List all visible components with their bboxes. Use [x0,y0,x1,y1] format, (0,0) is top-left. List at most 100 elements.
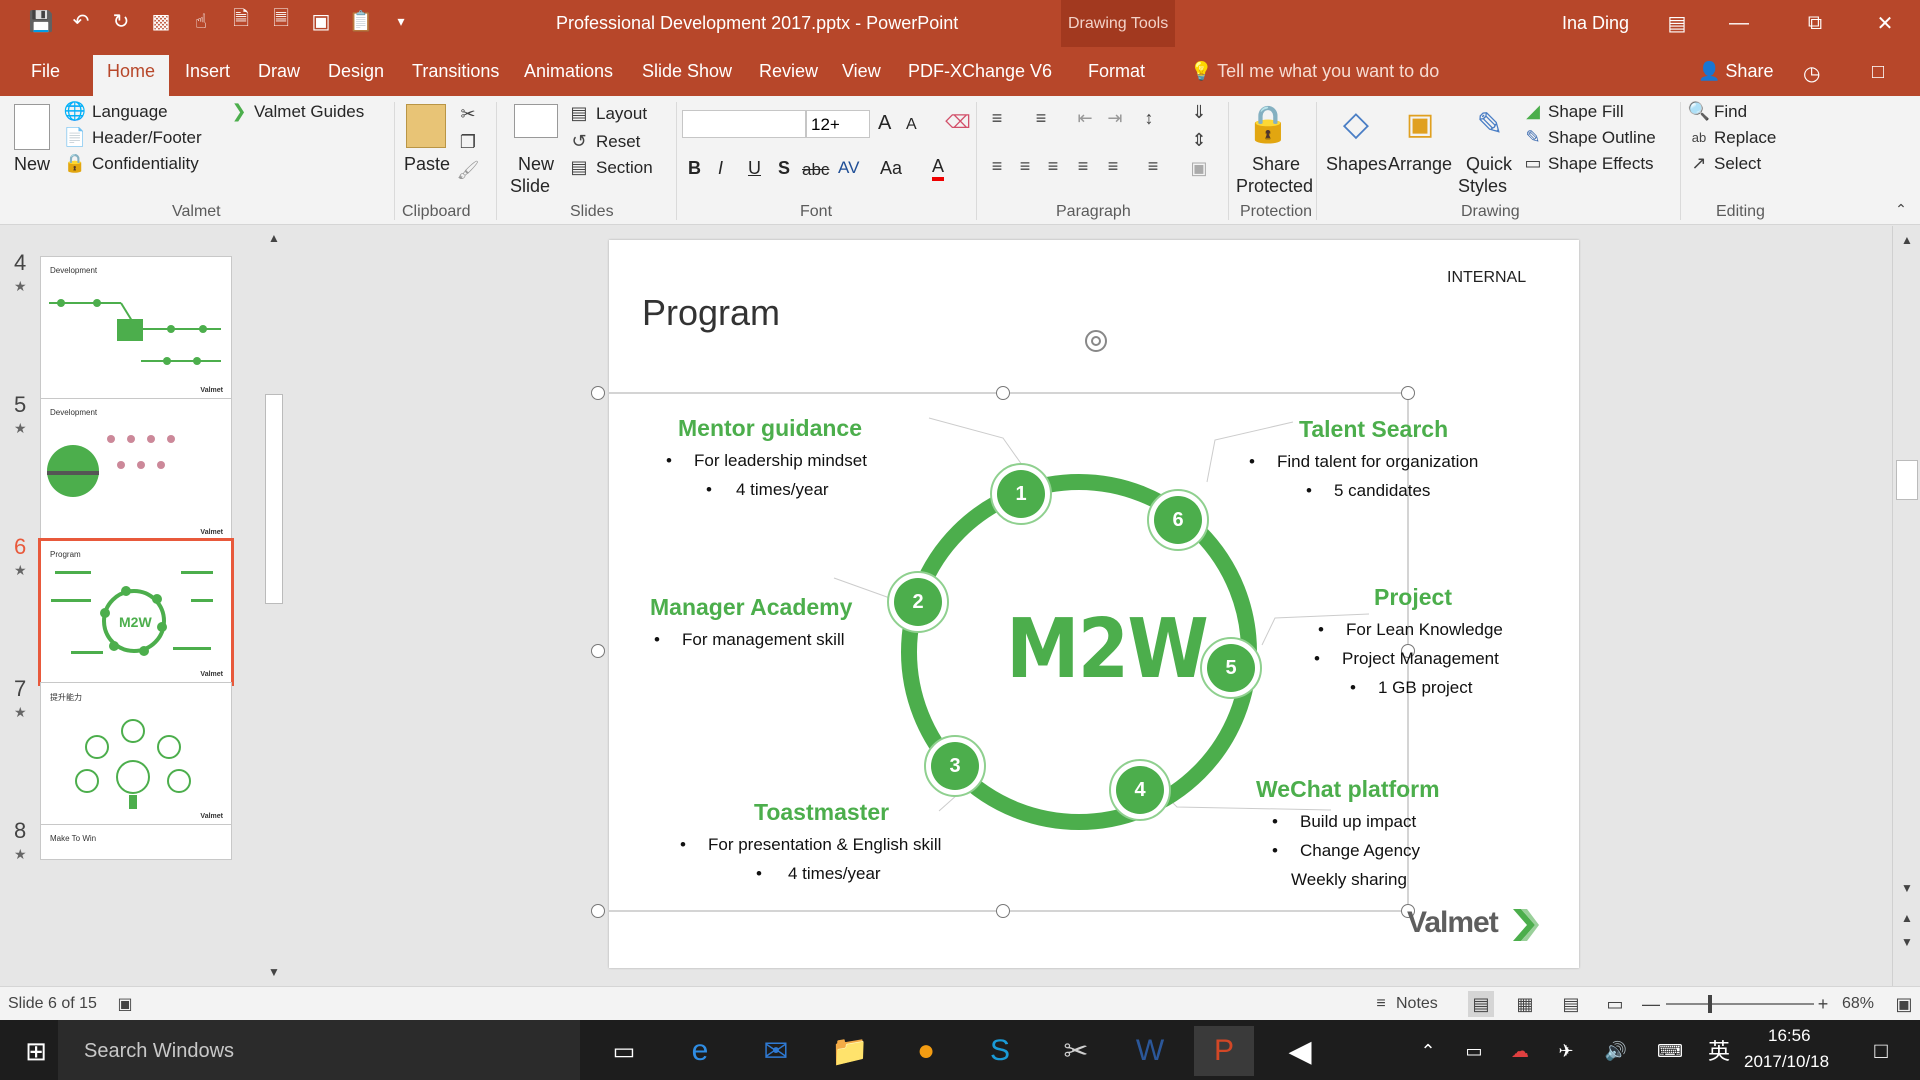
reading-view-icon[interactable]: ▤ [1558,991,1584,1017]
mentor-guidance-title[interactable]: Mentor guidance [678,415,862,442]
scroll-up-icon[interactable]: ▲ [1897,230,1917,250]
shape-outline-button[interactable]: Shape Outline [1548,128,1656,148]
windows-start-icon[interactable]: ⊞ [6,1026,66,1076]
skype-icon[interactable]: S [970,1026,1030,1076]
arrange-button[interactable]: Arrange [1388,154,1452,175]
bullet-text[interactable]: For presentation & English skill [708,835,941,854]
clear-format-icon[interactable]: ⌫ [945,110,970,134]
snipping-tool-icon[interactable]: ✂ [1046,1026,1106,1076]
manager-academy-title[interactable]: Manager Academy [650,594,852,621]
thumbnail-slide-7[interactable]: 提升能力 Valmet [40,682,232,826]
italic-button[interactable]: I [718,158,723,179]
bullet-text[interactable]: For Lean Knowledge [1346,620,1503,639]
bullet-text[interactable]: For leadership mindset [694,451,867,470]
valmet-guides-button[interactable]: Valmet Guides [254,102,364,122]
bullet-text[interactable]: 1 GB project [1378,678,1473,697]
quick-styles-label-2[interactable]: Styles [1458,176,1507,197]
previous-slide-icon[interactable]: ▲ [1897,908,1917,928]
slide-thumbnails-pane[interactable]: 4 ★ Development Valmet 5 ★ Development V… [0,226,290,986]
tab-home[interactable]: Home [93,55,170,96]
tab-design[interactable]: Design [328,61,384,82]
spellcheck-icon[interactable]: ▣ [114,993,136,1015]
scroll-down-icon[interactable]: ▼ [1897,878,1917,898]
resize-handle[interactable] [591,644,605,658]
replace-button[interactable]: Replace [1714,128,1776,148]
line-spacing-icon[interactable]: ↕ [1136,106,1162,130]
zoom-slider[interactable] [1666,1003,1814,1005]
new-slide-icon[interactable] [514,104,558,138]
bullet-text[interactable]: Find talent for organization [1277,452,1478,471]
bullet-text[interactable]: 4 times/year [736,480,829,499]
node-3[interactable]: 3 [924,735,986,797]
pdf-convert-icon[interactable]: 🗏 [268,8,294,34]
app-orange-icon[interactable]: ● [896,1026,956,1076]
scroll-up-icon[interactable]: ▲ [264,228,284,248]
restore-icon[interactable]: ⧉ [1792,8,1838,38]
save-icon[interactable]: 💾 [28,8,54,34]
tab-pdf-xchange[interactable]: PDF-XChange V6 [908,61,1052,82]
tab-insert[interactable]: Insert [185,61,230,82]
node-2[interactable]: 2 [887,571,949,633]
shadow-button[interactable]: S [778,158,790,179]
grow-font-button[interactable]: A [878,112,891,135]
align-text-icon[interactable]: ⇕ [1186,128,1212,152]
app-dark-icon[interactable]: ◀ [1270,1026,1330,1076]
touch-mode-icon[interactable]: ☝ [188,8,214,34]
thumbnails-scroll-thumb[interactable] [265,394,283,604]
share-protected-label-2[interactable]: Protected [1236,176,1313,197]
align-center-icon[interactable]: ≡ [1012,154,1038,178]
undo-icon[interactable]: ↶ [68,8,94,34]
wechat-platform-title[interactable]: WeChat platform [1256,776,1440,803]
slide-count[interactable]: Slide 6 of 15 [8,995,97,1013]
layout-button[interactable]: Layout [596,104,647,124]
change-case-button[interactable]: Aa [880,158,902,179]
find-button[interactable]: Find [1714,102,1747,122]
language-button[interactable]: Language [92,102,168,122]
font-color-button[interactable]: A [932,156,945,181]
bullet-text[interactable]: Change Agency [1300,841,1420,860]
node-5[interactable]: 5 [1200,637,1262,699]
strikethrough-button[interactable]: abc [802,160,829,180]
windows-search-text[interactable]: Search Windows [84,1040,234,1063]
resize-handle[interactable] [996,386,1010,400]
tab-draw[interactable]: Draw [258,61,300,82]
slide-scroll-thumb[interactable] [1896,460,1918,500]
pdf-icon[interactable]: 🗎 [228,8,254,34]
close-icon[interactable]: ✕ [1862,8,1908,38]
bullets-icon[interactable]: ≡ [984,106,1010,130]
thumbnail-slide-6[interactable]: Program M2W Valmet [38,538,234,686]
resize-handle[interactable] [591,386,605,400]
input-method-indicator[interactable]: 英 [1708,1034,1730,1066]
share-protected-label-1[interactable]: Share [1252,154,1300,175]
customize-icon[interactable]: ▾ [388,8,414,34]
keyboard-icon[interactable]: ⌨ [1650,1026,1690,1076]
powerpoint-icon[interactable]: P [1194,1026,1254,1076]
align-left-icon[interactable]: ≡ [984,154,1010,178]
underline-button[interactable]: U [748,158,761,179]
show-hidden-icons[interactable]: ⌃ [1408,1026,1448,1076]
slide-scrollbar[interactable]: ▲ ▼ ▲ ▼ [1892,226,1920,986]
task-view-icon[interactable]: ▭ [594,1026,654,1076]
bullet-text[interactable]: Project Management [1342,649,1499,668]
cut-icon[interactable]: ✂ [456,102,480,126]
new-slide-label-2[interactable]: Slide [510,176,550,197]
tab-animations[interactable]: Animations [524,61,613,82]
bullet-text[interactable]: For management skill [682,630,845,649]
align-right-icon[interactable]: ≡ [1040,154,1066,178]
minimize-icon[interactable]: — [1716,8,1762,38]
bullet-text[interactable]: Build up impact [1300,812,1416,831]
decrease-indent-icon[interactable]: ⇤ [1072,106,1098,130]
font-size-input[interactable]: 12+ [806,110,870,138]
volume-icon[interactable]: 🔊 [1596,1026,1636,1076]
format-painter-icon[interactable]: 🖌 [456,158,480,182]
copy-icon[interactable]: ❐ [456,130,480,154]
pdf-clipboard-icon[interactable]: 📋 [348,8,374,34]
shape-effects-button[interactable]: Shape Effects [1548,154,1654,174]
thumbnails-scrollbar[interactable]: ▲ ▼ [262,226,286,986]
project-title[interactable]: Project [1374,584,1452,611]
increase-indent-icon[interactable]: ⇥ [1102,106,1128,130]
battery-icon[interactable]: ▭ [1454,1026,1494,1076]
text-direction-icon[interactable]: ⇓ [1186,100,1212,124]
scroll-down-icon[interactable]: ▼ [264,962,284,982]
m2w-label[interactable]: M2W [1006,602,1209,697]
